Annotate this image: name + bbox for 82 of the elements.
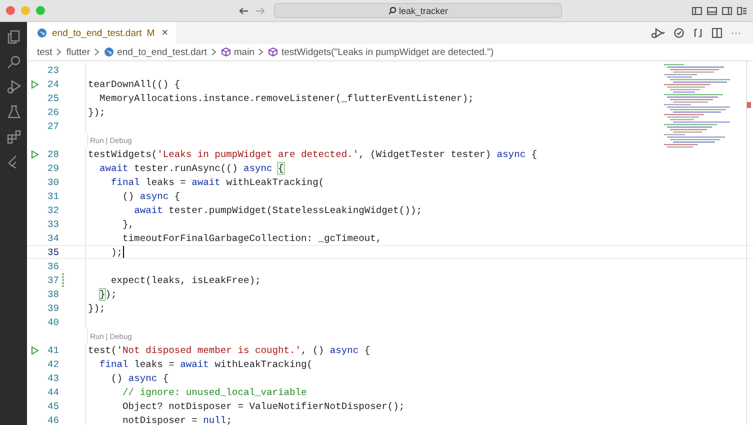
layout-sidebar-icon[interactable]: [692, 6, 702, 14]
code-line: notDisposer = null;: [122, 414, 232, 425]
line-number: 29: [46, 162, 59, 174]
run-debug-icon[interactable]: [6, 80, 20, 94]
code-line: );: [111, 246, 124, 258]
cube-icon: [268, 47, 278, 57]
line-number: 23: [46, 64, 59, 76]
breadcrumb-item[interactable]: testWidgets("Leaks in pumpWidget are detected."): [268, 46, 494, 58]
chevron-icon: [56, 48, 62, 56]
line-number: 41: [46, 344, 59, 356]
code-line: // ignore: unused_local_variable: [122, 386, 307, 398]
line-number: 44: [46, 386, 59, 398]
error-marker: [747, 102, 751, 108]
line-number: 38: [46, 288, 59, 300]
breadcrumb-item[interactable]: end_to_end_test.dart: [104, 46, 207, 58]
run-test-icon[interactable]: [31, 150, 39, 158]
line-number: 43: [46, 372, 59, 384]
more-actions-button[interactable]: ···: [731, 28, 741, 38]
run-icon[interactable]: [651, 28, 665, 38]
cube-icon: [220, 47, 231, 57]
line-number: 46: [46, 414, 59, 425]
code-line: final leaks = await withLeakTracking(: [100, 358, 313, 370]
code-line: timeoutForFinalGarbageCollection: _gcTimeout,: [122, 232, 382, 244]
back-arrow-icon[interactable]: [239, 6, 249, 14]
line-number: 32: [46, 204, 59, 216]
flask-icon[interactable]: [6, 105, 20, 119]
code-line: Object? notDisposer = ValueNotifierNotDisposer();: [122, 400, 405, 412]
dart-file-icon: [37, 28, 47, 38]
dart-file-icon: [104, 47, 114, 57]
code-line: });: [88, 106, 106, 118]
line-number: 40: [46, 316, 59, 328]
command-center-search[interactable]: leak_tracker: [274, 3, 562, 18]
files-icon[interactable]: [6, 30, 20, 44]
code-line: });: [100, 288, 117, 300]
breadcrumb-item[interactable]: main: [220, 46, 254, 58]
line-number: 36: [46, 260, 59, 272]
line-number: 34: [46, 232, 59, 244]
code-line: expect(leaks, isLeakFree);: [111, 274, 261, 286]
code-line: final leaks = await withLeakTracking(: [111, 176, 324, 188]
chevron-icon: [94, 48, 100, 56]
customize-layout-icon[interactable]: [737, 6, 747, 14]
close-window-button[interactable]: [6, 6, 15, 15]
extensions-icon[interactable]: [6, 130, 20, 144]
line-number: 24: [46, 78, 59, 90]
check-circle-icon[interactable]: [674, 28, 684, 38]
line-number: 30: [46, 176, 59, 188]
modified-status: M: [146, 28, 155, 38]
code-line: await tester.runAsync(() async {: [100, 162, 284, 174]
line-number: 37: [46, 274, 59, 286]
code-line: () async {: [122, 190, 180, 202]
split-editor-icon[interactable]: [712, 28, 722, 38]
code-line: await tester.pumpWidget(StatelessLeakingWidget());: [134, 204, 422, 216]
line-number: 35: [46, 246, 59, 258]
close-tab-button[interactable]: ×: [162, 27, 168, 39]
code-line: },: [122, 218, 134, 230]
line-number: 26: [46, 106, 59, 118]
code-line: MemoryAllocations.instance.removeListener(_flutterEventListener);: [100, 92, 474, 104]
code-line: test('Not disposed member is cought.', () async {: [88, 344, 370, 356]
search-icon: [388, 6, 396, 14]
run-test-icon[interactable]: [31, 80, 39, 88]
search-icon[interactable]: [6, 55, 20, 69]
line-number: 28: [46, 148, 59, 160]
line-number: 42: [46, 358, 59, 370]
breadcrumb-item[interactable]: flutter: [66, 46, 90, 58]
layout-panel-icon[interactable]: [707, 6, 717, 14]
breadcrumb-item[interactable]: test: [37, 46, 52, 58]
line-number: 27: [46, 120, 59, 132]
run-test-icon[interactable]: [31, 346, 39, 354]
code-line: () async {: [111, 372, 169, 384]
minimap-drawing[interactable]: [664, 64, 730, 150]
line-number: 39: [46, 302, 59, 314]
code-line: });: [88, 302, 106, 314]
chevron-icon: [258, 48, 264, 56]
code-line: tearDownAll(() {: [88, 78, 180, 90]
line-number: 33: [46, 218, 59, 230]
line-number: 25: [46, 92, 59, 104]
chevron-icon: [210, 48, 217, 56]
line-number: 31: [46, 190, 59, 202]
layout-secondary-sidebar-icon[interactable]: [722, 6, 732, 14]
line-number: 45: [46, 400, 59, 412]
code-line: testWidgets('Leaks in pumpWidget are detected.', (WidgetTester tester) async {: [88, 148, 538, 160]
editor-tab[interactable]: end_to_end_test.dart M ×: [27, 22, 176, 44]
